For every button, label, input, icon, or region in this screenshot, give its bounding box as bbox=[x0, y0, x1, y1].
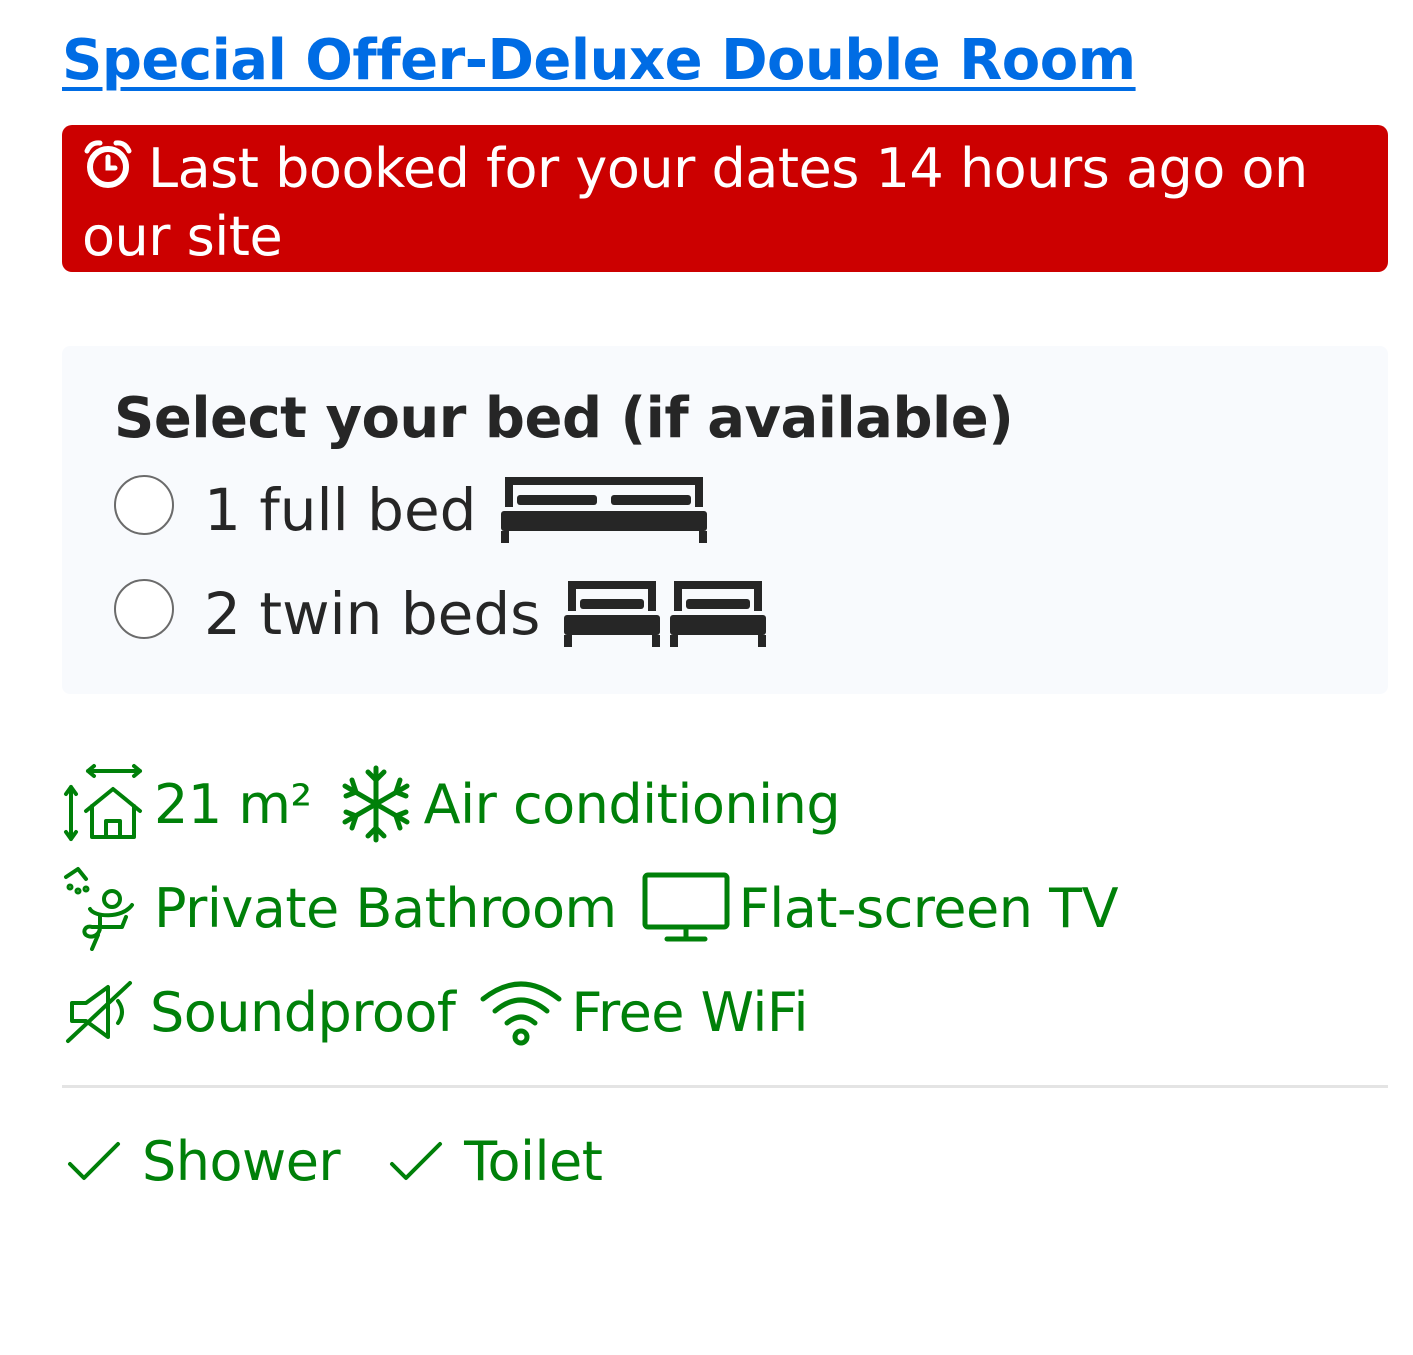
extra-shower: Shower bbox=[66, 1130, 341, 1193]
section-divider bbox=[62, 1085, 1388, 1088]
facility-label: Soundproof bbox=[150, 980, 456, 1044]
extra-toilet: Toilet bbox=[388, 1130, 603, 1193]
room-size-icon bbox=[64, 764, 142, 841]
bathroom-icon bbox=[64, 867, 134, 951]
facility-room-size: 21 m² bbox=[62, 761, 312, 847]
radio-full-bed[interactable] bbox=[114, 475, 174, 535]
checkmark-icon bbox=[390, 1141, 443, 1180]
facility-label: 21 m² bbox=[154, 772, 312, 836]
snowflake-icon bbox=[342, 765, 410, 843]
tv-icon bbox=[642, 872, 730, 942]
room-title-link[interactable]: Special Offer-Deluxe Double Room bbox=[62, 28, 1136, 93]
facility-flat-screen-tv: Flat-screen TV bbox=[641, 871, 1119, 945]
bed-option-label: 1 full bed bbox=[204, 476, 477, 544]
facility-free-wifi: Free WiFi bbox=[479, 975, 809, 1049]
facility-private-bathroom: Private Bathroom bbox=[62, 865, 617, 951]
bed-selection-panel: Select your bed (if available) 1 full be… bbox=[62, 346, 1388, 694]
facility-label: Flat-screen TV bbox=[738, 876, 1119, 940]
soundproof-icon bbox=[66, 981, 132, 1043]
facility-label: Air conditioning bbox=[423, 772, 841, 836]
bathroom-extras: Shower Toilet bbox=[66, 1130, 650, 1193]
checkmark-icon bbox=[68, 1141, 120, 1180]
urgency-message: Last booked for your dates 14 hours ago … bbox=[82, 137, 1308, 268]
twin-beds-icon bbox=[562, 579, 768, 649]
bed-option-twin[interactable]: 2 twin beds bbox=[114, 574, 768, 654]
alarm-clock-icon bbox=[84, 140, 132, 188]
double-bed-icon bbox=[500, 477, 707, 543]
facility-label: Free WiFi bbox=[571, 980, 809, 1044]
facility-soundproof: Soundproof bbox=[62, 977, 456, 1047]
bed-option-full[interactable]: 1 full bed bbox=[114, 470, 709, 550]
extra-label: Shower bbox=[142, 1130, 341, 1193]
radio-twin-beds[interactable] bbox=[114, 579, 174, 639]
facilities-list: 21 m² Air conditioning Private Bathroom … bbox=[62, 752, 1392, 1064]
wifi-icon bbox=[480, 981, 562, 1046]
extra-label: Toilet bbox=[464, 1130, 603, 1193]
bed-option-label: 2 twin beds bbox=[204, 580, 541, 648]
room-card: Special Offer-Deluxe Double Room Last bo… bbox=[0, 0, 1413, 1355]
facility-air-conditioning: Air conditioning bbox=[336, 764, 841, 844]
facility-label: Private Bathroom bbox=[154, 876, 617, 940]
urgency-banner: Last booked for your dates 14 hours ago … bbox=[62, 125, 1388, 272]
bed-selection-heading: Select your bed (if available) bbox=[114, 386, 1014, 451]
